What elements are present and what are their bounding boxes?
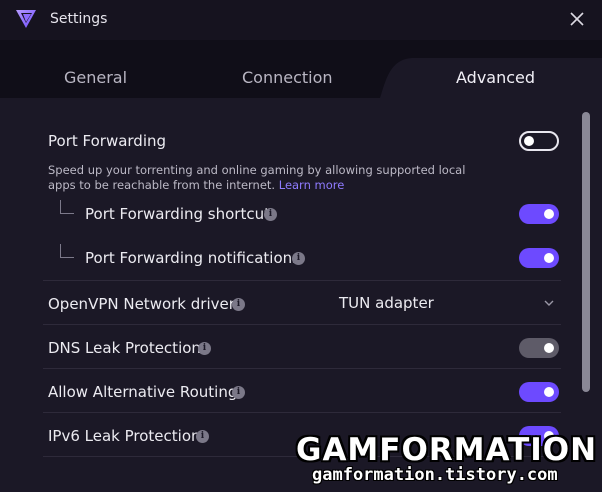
info-icon[interactable]: i xyxy=(232,386,245,399)
port-forwarding-shortcut-toggle[interactable] xyxy=(519,204,559,224)
openvpn-driver-select[interactable]: TUN adapter xyxy=(331,289,561,319)
watermark-title: GAMFORMATION xyxy=(296,432,598,468)
info-icon[interactable]: i xyxy=(198,342,211,355)
port-forwarding-notifications-toggle[interactable] xyxy=(519,248,559,268)
info-icon[interactable]: i xyxy=(196,430,209,443)
tree-branch-icon xyxy=(60,200,74,214)
alternative-routing-toggle[interactable] xyxy=(519,382,559,402)
divider xyxy=(43,280,561,281)
port-forwarding-toggle[interactable] xyxy=(519,131,559,151)
selected-driver: TUN adapter xyxy=(339,294,434,312)
tab-general[interactable]: General xyxy=(64,68,127,87)
info-icon[interactable]: i xyxy=(264,208,277,221)
openvpn-driver-label: OpenVPN Network driver xyxy=(48,295,235,313)
watermark-subtitle: gamformation.tistory.com xyxy=(312,465,558,485)
divider xyxy=(43,368,561,369)
close-icon[interactable] xyxy=(566,8,588,30)
dns-leak-protection-label: DNS Leak Protection xyxy=(48,339,201,357)
info-icon[interactable]: i xyxy=(232,298,245,311)
toggle-knob xyxy=(544,253,554,263)
tab-bar: General Connection Advanced xyxy=(0,40,602,98)
tab-connection[interactable]: Connection xyxy=(242,68,333,87)
tree-branch-icon xyxy=(60,244,74,258)
toggle-knob xyxy=(544,387,554,397)
port-forwarding-description: Speed up your torrenting and online gami… xyxy=(48,163,466,192)
title-bar: Settings xyxy=(0,0,602,40)
info-icon[interactable]: i xyxy=(292,252,305,265)
tab-advanced[interactable]: Advanced xyxy=(456,68,535,87)
alternative-routing-label: Allow Alternative Routing xyxy=(48,383,238,401)
window-title: Settings xyxy=(50,11,108,27)
divider xyxy=(43,324,561,325)
port-forwarding-notifications-label: Port Forwarding notifications xyxy=(85,249,300,267)
toggle-knob xyxy=(544,209,554,219)
divider xyxy=(43,412,561,413)
chevron-down-icon xyxy=(544,300,554,306)
scrollbar-thumb[interactable] xyxy=(582,112,590,392)
learn-more-link[interactable]: Learn more xyxy=(279,178,345,192)
proton-vpn-logo-icon xyxy=(16,10,36,28)
toggle-knob xyxy=(544,343,554,353)
port-forwarding-shortcut-label: Port Forwarding shortcut xyxy=(85,205,270,223)
port-forwarding-label: Port Forwarding xyxy=(48,132,167,150)
toggle-knob xyxy=(524,136,534,146)
ipv6-leak-protection-label: IPv6 Leak Protection xyxy=(48,427,201,445)
dns-leak-protection-toggle[interactable] xyxy=(519,338,559,358)
